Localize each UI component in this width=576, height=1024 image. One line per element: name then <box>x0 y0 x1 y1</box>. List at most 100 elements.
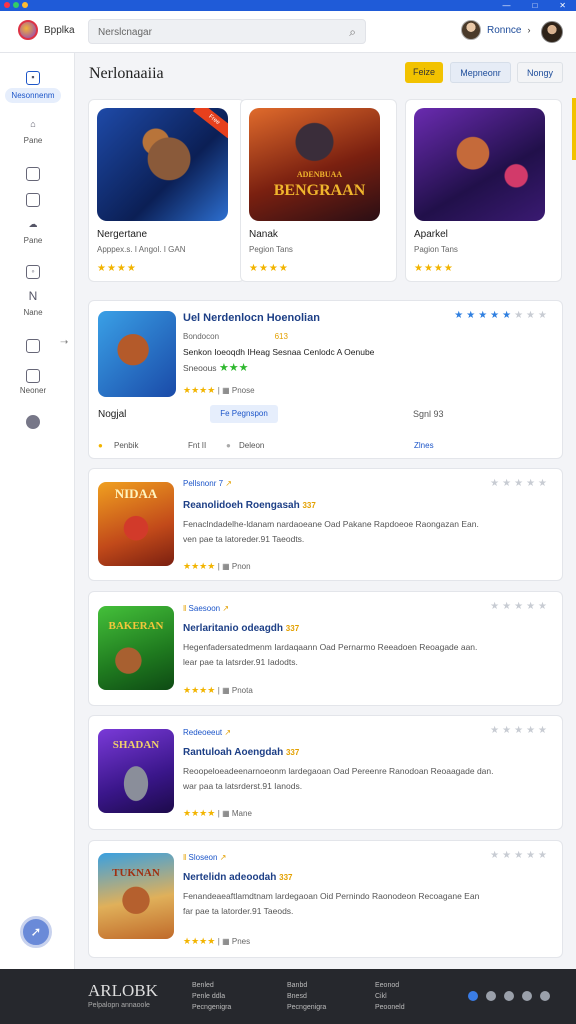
title-text: Rantuloah Aoengdah <box>183 747 284 758</box>
sidebar-item-cloud[interactable]: ☁ Pane <box>0 219 66 245</box>
user-menu[interactable]: Ronnce › <box>461 20 530 40</box>
rating-row: ★★★★ | ▦ Pnon <box>183 561 251 571</box>
footer-link[interactable]: Pecngenigra <box>192 1002 231 1013</box>
sidebar-item-globe[interactable] <box>0 415 66 432</box>
scroll-indicator[interactable] <box>572 98 576 160</box>
sidebar-item-label: Pane <box>23 236 43 245</box>
dot-green-icon <box>13 2 19 8</box>
sidebar-item-photo[interactable]: Neoner <box>0 369 66 395</box>
featured-card[interactable]: Free Nergertane Apppex.s. I Angol. I GAN… <box>88 99 245 282</box>
game-list-item[interactable]: SHADAN ★★★★★ Redeoeeut ↗ Rantuloah Aoeng… <box>88 715 563 830</box>
game-title[interactable]: Nerlaritanio odeagdh 337 <box>183 623 299 634</box>
footer-link[interactable]: Banbd <box>287 980 326 991</box>
filter-button-2[interactable]: Mepneonr <box>450 62 511 83</box>
featured-title: Nergertane <box>97 229 148 240</box>
page-title: Nerlonaaiia <box>89 65 164 82</box>
game-logo-text: BENGRAAN <box>273 182 366 199</box>
game-list-item[interactable]: NIDAA ★★★★★ Pellsnonr 7 ↗ Reanolidoeh Ro… <box>88 468 563 581</box>
facebook-icon[interactable] <box>486 991 496 1001</box>
sidebar-item-square[interactable] <box>0 167 66 184</box>
rating-stars: ★★★★ <box>97 263 137 274</box>
game-title[interactable]: Nertelidn adeoodah 337 <box>183 872 293 883</box>
sidebar-item-label: Nane <box>23 308 43 317</box>
game-logo-text: NIDAA <box>114 486 158 501</box>
footer-link[interactable]: Bnesd <box>287 991 326 1002</box>
platform-label: Pnon <box>231 562 251 571</box>
game-title[interactable]: Rantuloah Aoengdah 337 <box>183 747 299 758</box>
footer-link[interactable]: Benled <box>192 980 231 991</box>
game-logo-text: SHADAN <box>112 739 160 751</box>
game-title[interactable]: Reanolidoeh Roengasah 337 <box>183 500 316 511</box>
youtube-icon[interactable] <box>522 991 532 1001</box>
get-button[interactable]: Fe Pegnspon <box>210 405 278 423</box>
filter-button-3[interactable]: Nongy <box>517 62 563 83</box>
category-label: ‖ Saesoon ↗ <box>183 604 230 613</box>
dot-red-icon <box>4 2 10 8</box>
filter-button-1[interactable]: Feize <box>405 62 443 83</box>
discord-icon[interactable] <box>540 991 550 1001</box>
maximize-button[interactable]: □ <box>532 0 537 11</box>
desc-line-2: ven pae ta latoreder.91 Taeodts. <box>183 534 305 544</box>
game-list-item[interactable]: BAKERAN ★★★★★ ‖ Saesoon ↗ Nerlaritanio o… <box>88 591 563 706</box>
search-placeholder: Nerslcnagar <box>98 27 152 38</box>
sidebar-item-label: Neoner <box>19 386 47 395</box>
footer-link[interactable]: Penle ddla <box>192 991 231 1002</box>
page-icon <box>26 339 40 353</box>
footer-link[interactable]: Pecngenigra <box>287 1002 326 1013</box>
meta-4[interactable]: Zlnes <box>414 441 434 450</box>
desc-line-1: Fenandeaeaftlamdtnam lardegaoan Oid Pern… <box>183 891 480 901</box>
expand-arrow-icon[interactable]: ➝ <box>60 337 68 348</box>
desc-line-2: lear pae ta latsrder.91 Iadodts. <box>183 657 298 667</box>
footer-link[interactable]: Peooneld <box>375 1002 405 1013</box>
title-text: Nerlaritanio odeagdh <box>183 623 284 634</box>
window-titlebar: — □ ✕ <box>0 0 576 11</box>
meta-1: Penbik <box>114 441 139 450</box>
category-text: Saesoon <box>188 604 221 613</box>
listing-tagline: Senkon Ioeoqdh IHeag Sesnaa Cenlodc A Oe… <box>183 347 375 357</box>
close-button[interactable]: ✕ <box>559 0 566 11</box>
sidebar-item-image[interactable] <box>0 193 66 210</box>
compass-icon[interactable]: ➚ <box>20 916 52 948</box>
rating-stars: ★★★★★ <box>490 725 550 736</box>
social-icons <box>468 991 550 1001</box>
rating-stars: ★★★★★ <box>490 478 550 489</box>
desc-line-1: Fenaclndadelhe-ldanam nardaoeane Oad Pak… <box>183 519 479 529</box>
footer-link[interactable]: Cikl <box>375 991 405 1002</box>
image-icon <box>26 193 40 207</box>
sidebar-item-page[interactable] <box>0 339 66 356</box>
featured-subtitle: Apppex.s. I Angol. I GAN <box>97 245 186 254</box>
twitter-icon[interactable] <box>468 991 478 1001</box>
sidebar-item-gamepad[interactable]: ◦ <box>0 265 66 282</box>
photo-icon <box>26 369 40 383</box>
platform-label: Pnose <box>231 386 255 395</box>
chevron-right-icon: › <box>527 25 531 35</box>
rating-stars: ★★★★ <box>183 936 216 946</box>
footer-link[interactable]: Eeonod <box>375 980 405 991</box>
app-logo[interactable]: Bpplka <box>18 20 75 40</box>
featured-card[interactable]: Aparkel Pagion Tans ★★★★ <box>405 99 562 282</box>
feature-listing-card[interactable]: ★★★★★★★★ Uel Nerdenlocn Hoenolian Bondoc… <box>88 300 563 459</box>
clock-icon: ● <box>226 441 231 450</box>
rating-stars: ★★★★ <box>183 385 216 395</box>
game-thumbnail: NIDAA <box>98 482 174 566</box>
sidebar-item-store[interactable]: ▪ Nesonnenm <box>0 71 66 103</box>
title-number: 337 <box>285 748 300 757</box>
sidebar-item-home[interactable]: ⌂ Pane <box>0 119 66 145</box>
featured-card[interactable]: ADENBUAA BENGRAAN Nanak Pegion Tans ★★★★ <box>240 99 397 282</box>
search-icon[interactable]: ⌕ <box>349 25 356 40</box>
sidebar-item-n[interactable]: N Nane <box>0 290 66 317</box>
instagram-icon[interactable] <box>504 991 514 1001</box>
game-list-item[interactable]: TUKNAN ★★★★★ ‖ Sloseon ↗ Nertelidn adeoo… <box>88 840 563 958</box>
rating-stars: ★★★★★ <box>490 850 550 861</box>
window-dots <box>4 2 28 8</box>
profile-avatar[interactable] <box>541 21 563 43</box>
desc-line-2: war paa ta latsrderst.91 Ianods. <box>183 781 303 791</box>
meta-3: Deleon <box>239 441 265 450</box>
search-input[interactable]: Nerslcnagar ⌕ <box>88 19 366 44</box>
category-text: Sloseon <box>188 853 218 862</box>
listing-title[interactable]: Uel Nerdenlocn Hoenolian <box>183 312 320 324</box>
minimize-button[interactable]: — <box>502 0 510 11</box>
game-description: Fenandeaeaftlamdtnam lardegaoan Oid Pern… <box>183 889 543 919</box>
meta-2: Fnt II <box>188 441 207 450</box>
platform-label: Pnes <box>231 937 251 946</box>
